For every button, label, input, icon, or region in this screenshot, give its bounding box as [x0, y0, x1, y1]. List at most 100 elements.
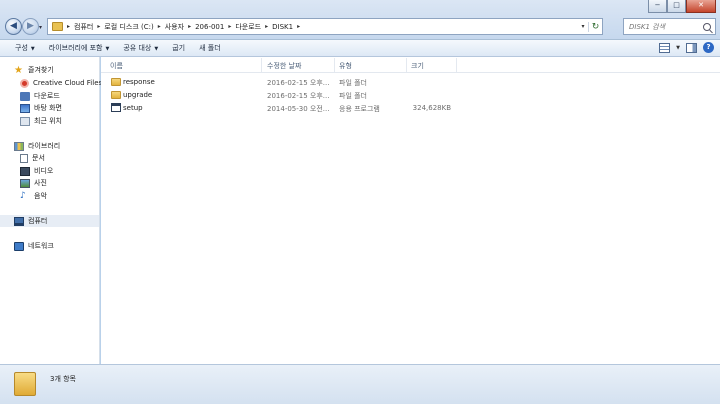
file-type: 파일 폴더: [339, 92, 367, 100]
chevron-down-icon: ▼: [30, 46, 35, 52]
forward-arrow-icon: ▶: [27, 21, 34, 31]
maximize-button[interactable]: □: [667, 0, 686, 13]
creative-cloud-icon: [20, 78, 29, 88]
sidebar-item-desktop[interactable]: 바탕 화면: [20, 102, 62, 114]
column-divider[interactable]: [456, 58, 457, 72]
file-date: 2016-02-15 오후...: [267, 92, 330, 100]
sidebar-item-recent-places[interactable]: 최근 위치: [20, 115, 62, 127]
item-count: 3개 항목: [50, 375, 76, 383]
videos-icon: [20, 166, 30, 176]
sidebar-item-network[interactable]: 네트워크: [14, 240, 54, 252]
file-name: setup: [123, 104, 143, 112]
sidebar-item-music[interactable]: ♪ 음악: [20, 190, 47, 202]
folder-icon: [52, 22, 63, 31]
breadcrumb-separator[interactable]: ▸: [97, 23, 100, 30]
address-bar[interactable]: ▸ 컴퓨터 ▸ 로컬 디스크 (C:) ▸ 사용자 ▸ 206-001 ▸ 다운…: [47, 18, 603, 35]
breadcrumb-separator[interactable]: ▸: [228, 23, 231, 30]
include-in-library-label: 라이브러리에 포함: [48, 44, 103, 52]
command-bar: 구성 ▼ 라이브러리에 포함 ▼ 공유 대상 ▼ 굽기 새 폴더 ▼ ?: [0, 40, 720, 57]
breadcrumb-separator[interactable]: ▸: [67, 23, 70, 30]
music-icon: ♪: [20, 190, 26, 201]
sidebar-item-label: 문서: [32, 154, 45, 162]
column-header-size[interactable]: 크기: [411, 61, 424, 71]
organize-label: 구성: [15, 44, 28, 52]
include-in-library-menu[interactable]: 라이브러리에 포함 ▼: [42, 43, 117, 53]
chevron-down-icon: ▼: [154, 46, 159, 52]
sidebar-item-label: 음악: [34, 192, 47, 200]
recent-pages-dropdown[interactable]: ▾: [39, 24, 42, 31]
search-icon[interactable]: [703, 22, 711, 31]
column-divider[interactable]: [406, 58, 407, 72]
breadcrumb-user[interactable]: 206-001: [195, 23, 224, 31]
file-size: 324,628KB: [412, 104, 451, 112]
sidebar-item-libraries[interactable]: 라이브러리: [14, 140, 60, 152]
sidebar-item-creative-cloud[interactable]: Creative Cloud Files: [20, 77, 102, 89]
column-header-name[interactable]: 이름: [110, 61, 123, 71]
sidebar-item-label: Creative Cloud Files: [33, 79, 103, 87]
back-button[interactable]: ◀: [5, 18, 22, 35]
table-row[interactable]: setup 2014-05-30 오전... 응용 프로그램 324,628KB: [101, 102, 720, 115]
breadcrumb-separator[interactable]: ▸: [265, 23, 268, 30]
breadcrumb-separator[interactable]: ▸: [188, 23, 191, 30]
status-bar: 3개 항목: [0, 364, 720, 404]
search-input[interactable]: [629, 22, 701, 31]
search-box: [623, 18, 716, 35]
folder-icon: [14, 372, 36, 396]
breadcrumb-local-disk[interactable]: 로컬 디스크 (C:): [104, 22, 153, 32]
recent-places-icon: [20, 116, 30, 126]
file-name: response: [123, 78, 155, 86]
breadcrumb-separator[interactable]: ▸: [158, 23, 161, 30]
sidebar-item-label: 네트워크: [28, 242, 54, 250]
help-icon[interactable]: ?: [703, 42, 714, 53]
breadcrumb-downloads[interactable]: 다운로드: [235, 22, 261, 32]
refresh-icon[interactable]: ↻: [588, 21, 602, 32]
sidebar-item-label: 컴퓨터: [28, 217, 48, 225]
burn-button[interactable]: 굽기: [165, 43, 192, 53]
change-view-icon[interactable]: [659, 42, 671, 53]
view-options-dropdown[interactable]: ▼: [676, 45, 680, 51]
sidebar-item-downloads[interactable]: 다운로드: [20, 90, 60, 102]
computer-icon: [14, 216, 24, 226]
network-icon: [14, 241, 24, 251]
sidebar-item-computer[interactable]: 컴퓨터: [0, 215, 99, 227]
column-header-type[interactable]: 유형: [339, 61, 352, 71]
desktop-icon: [20, 103, 30, 113]
breadcrumb-disk1[interactable]: DISK1: [272, 23, 293, 31]
navigation-pane: ★ 즐겨찾기 Creative Cloud Files 다운로드 바탕 화면 최…: [0, 57, 102, 364]
organize-menu[interactable]: 구성 ▼: [8, 43, 42, 53]
sidebar-item-favorites[interactable]: ★ 즐겨찾기: [14, 64, 54, 76]
file-date: 2016-02-15 오후...: [267, 79, 330, 87]
star-icon: ★: [14, 64, 23, 76]
column-headers: 이름 수정한 날짜 유형 크기: [101, 57, 720, 73]
preview-pane-icon[interactable]: [686, 42, 697, 53]
breadcrumb-computer[interactable]: 컴퓨터: [74, 22, 93, 32]
share-with-menu[interactable]: 공유 대상 ▼: [116, 43, 165, 53]
address-history-dropdown[interactable]: ▾: [578, 23, 588, 30]
table-row[interactable]: response 2016-02-15 오후... 파일 폴더: [101, 76, 720, 89]
file-type: 파일 폴더: [339, 79, 367, 87]
column-divider[interactable]: [334, 58, 335, 72]
new-folder-button[interactable]: 새 폴더: [192, 43, 228, 53]
sidebar-item-pictures[interactable]: 사진: [20, 177, 47, 189]
forward-button[interactable]: ▶: [22, 18, 39, 35]
view-controls: ▼ ?: [659, 42, 714, 53]
breadcrumb-separator[interactable]: ▸: [297, 23, 300, 30]
breadcrumb-users[interactable]: 사용자: [165, 22, 184, 32]
sidebar-item-label: 사진: [34, 179, 47, 187]
close-button[interactable]: ✕: [686, 0, 716, 13]
file-date: 2014-05-30 오전...: [267, 105, 330, 113]
address-controls: ▾ ↻: [578, 19, 602, 34]
sidebar-item-documents[interactable]: 문서: [20, 152, 45, 164]
column-divider[interactable]: [261, 58, 262, 72]
sidebar-item-label: 다운로드: [34, 92, 60, 100]
back-arrow-icon: ◀: [10, 21, 17, 31]
table-row[interactable]: upgrade 2016-02-15 오후... 파일 폴더: [101, 89, 720, 102]
file-name: upgrade: [123, 91, 153, 99]
file-type: 응용 프로그램: [339, 105, 380, 113]
documents-icon: [20, 153, 28, 163]
sidebar-item-videos[interactable]: 비디오: [20, 165, 53, 177]
minimize-button[interactable]: −: [648, 0, 667, 13]
sidebar-item-label: 비디오: [34, 167, 54, 175]
folder-icon: [111, 78, 121, 86]
column-header-date[interactable]: 수정한 날짜: [267, 61, 301, 71]
